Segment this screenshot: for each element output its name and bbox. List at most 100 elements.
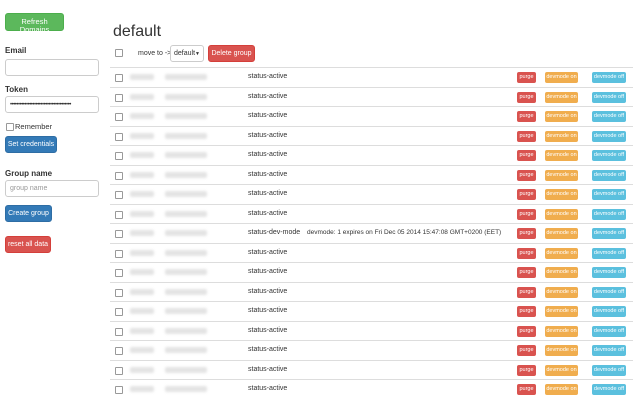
purge-button[interactable]: purge — [517, 72, 536, 83]
purge-button[interactable]: purge — [517, 208, 536, 220]
devmode-off-button[interactable]: devmode off — [592, 189, 626, 200]
purge-button[interactable]: purge — [517, 130, 536, 142]
devmode-on-button[interactable]: devmode on — [545, 130, 578, 142]
row-checkbox[interactable] — [115, 152, 123, 160]
select-all-checkbox[interactable] — [115, 49, 123, 57]
devmode-off-button[interactable]: devmode off — [592, 364, 626, 376]
delete-group-button[interactable]: Delete group — [208, 45, 255, 62]
devmode-off-button[interactable]: devmode off — [592, 169, 626, 181]
devmode-off-button[interactable]: devmode off — [592, 111, 626, 122]
devmode-off-button[interactable]: devmode off — [592, 130, 626, 142]
devmode-on-button[interactable]: devmode on — [545, 247, 578, 259]
purge-button[interactable]: purge — [517, 306, 536, 317]
devmode-on-button[interactable]: devmode on — [545, 384, 578, 395]
row-checkbox[interactable] — [115, 366, 123, 375]
devmode-on-button[interactable]: devmode on — [545, 345, 578, 356]
purge-button[interactable]: purge — [517, 91, 536, 103]
purge-button[interactable]: purge — [517, 247, 536, 259]
devmode-on-button[interactable]: devmode on — [545, 208, 578, 220]
row-checkbox[interactable] — [115, 269, 123, 277]
purge-button[interactable]: purge — [517, 228, 536, 239]
row-checkbox[interactable] — [115, 74, 123, 82]
table-row: status-active purge devmode on devmode off — [110, 106, 633, 126]
table-row: status-active purge devmode on devmode off — [110, 301, 633, 321]
purge-button[interactable]: purge — [517, 189, 536, 200]
devmode-on-button[interactable]: devmode on — [545, 228, 578, 239]
row-checkbox[interactable] — [115, 249, 123, 258]
refresh-domains-button[interactable]: Refresh Domains — [5, 13, 64, 33]
redacted-domain-name — [165, 210, 207, 217]
devmode-off-button[interactable]: devmode off — [592, 208, 626, 220]
redacted-domain-name — [165, 230, 207, 236]
table-row: status-dev-mode devmode: 1 expires on Fri… — [110, 223, 633, 243]
redacted-domain-name — [165, 327, 207, 334]
purge-button[interactable]: purge — [517, 111, 536, 122]
table-row: status-active purge devmode on devmode off — [110, 242, 633, 263]
row-checkbox[interactable] — [115, 288, 123, 297]
purge-button[interactable]: purge — [517, 169, 536, 181]
row-checkbox[interactable] — [115, 171, 123, 180]
group-name-input[interactable] — [5, 180, 99, 197]
devmode-off-button[interactable]: devmode off — [592, 91, 626, 103]
devmode-off-button[interactable]: devmode off — [592, 267, 626, 278]
caret-down-icon: ▼ — [195, 51, 200, 57]
devmode-off-button[interactable]: devmode off — [592, 247, 626, 259]
redacted-domain-name — [165, 249, 207, 256]
devmode-on-button[interactable]: devmode on — [545, 72, 578, 83]
token-field[interactable] — [5, 96, 99, 113]
redacted-domain-id — [130, 152, 154, 158]
row-checkbox[interactable] — [115, 230, 123, 238]
devmode-on-button[interactable]: devmode on — [545, 91, 578, 103]
devmode-on-button[interactable]: devmode on — [545, 189, 578, 200]
devmode-off-button[interactable]: devmode off — [592, 150, 626, 161]
status-text: status-active — [248, 365, 288, 373]
table-row: status-active purge devmode on devmode off — [110, 86, 633, 107]
redacted-domain-id — [130, 386, 154, 392]
row-checkbox[interactable] — [115, 386, 123, 394]
devmode-on-button[interactable]: devmode on — [545, 306, 578, 317]
row-checkbox[interactable] — [115, 347, 123, 355]
row-checkbox[interactable] — [115, 210, 123, 219]
row-checkbox[interactable] — [115, 308, 123, 316]
row-checkbox[interactable] — [115, 93, 123, 102]
devmode-off-button[interactable]: devmode off — [592, 384, 626, 395]
token-label: Token — [5, 85, 28, 94]
move-to-label: move to -> — [138, 50, 172, 57]
row-checkbox[interactable] — [115, 132, 123, 141]
devmode-off-button[interactable]: devmode off — [592, 72, 626, 83]
devmode-off-button[interactable]: devmode off — [592, 306, 626, 317]
purge-button[interactable]: purge — [517, 384, 536, 395]
devmode-off-button[interactable]: devmode off — [592, 228, 626, 239]
create-group-button[interactable]: Create group — [5, 205, 52, 222]
devmode-off-button[interactable]: devmode off — [592, 345, 626, 356]
devmode-on-button[interactable]: devmode on — [545, 325, 578, 337]
row-checkbox[interactable] — [115, 327, 123, 336]
reset-all-data-button[interactable]: reset all data — [5, 236, 51, 253]
devmode-off-button[interactable]: devmode off — [592, 325, 626, 337]
status-text: status-active — [248, 151, 288, 158]
devmode-off-button[interactable]: devmode off — [592, 286, 626, 298]
purge-button[interactable]: purge — [517, 150, 536, 161]
purge-button[interactable]: purge — [517, 345, 536, 356]
status-text: status-active — [248, 287, 288, 295]
group-select[interactable]: default▼ — [170, 45, 204, 62]
devmode-on-button[interactable]: devmode on — [545, 111, 578, 122]
devmode-on-button[interactable]: devmode on — [545, 286, 578, 298]
email-field[interactable] — [5, 59, 99, 76]
purge-button[interactable]: purge — [517, 267, 536, 278]
remember-checkbox[interactable] — [6, 123, 14, 131]
devmode-on-button[interactable]: devmode on — [545, 267, 578, 278]
devmode-on-button[interactable]: devmode on — [545, 150, 578, 161]
redacted-domain-name — [165, 93, 207, 100]
row-checkbox[interactable] — [115, 191, 123, 199]
purge-button[interactable]: purge — [517, 286, 536, 298]
status-text: status-active — [248, 326, 288, 334]
purge-button[interactable]: purge — [517, 325, 536, 337]
row-checkbox[interactable] — [115, 113, 123, 121]
table-row: status-active purge devmode on devmode off — [110, 184, 633, 204]
status-text: status-active — [248, 190, 288, 197]
purge-button[interactable]: purge — [517, 364, 536, 376]
set-credentials-button[interactable]: Set credentials — [5, 136, 57, 153]
devmode-on-button[interactable]: devmode on — [545, 364, 578, 376]
devmode-on-button[interactable]: devmode on — [545, 169, 578, 181]
